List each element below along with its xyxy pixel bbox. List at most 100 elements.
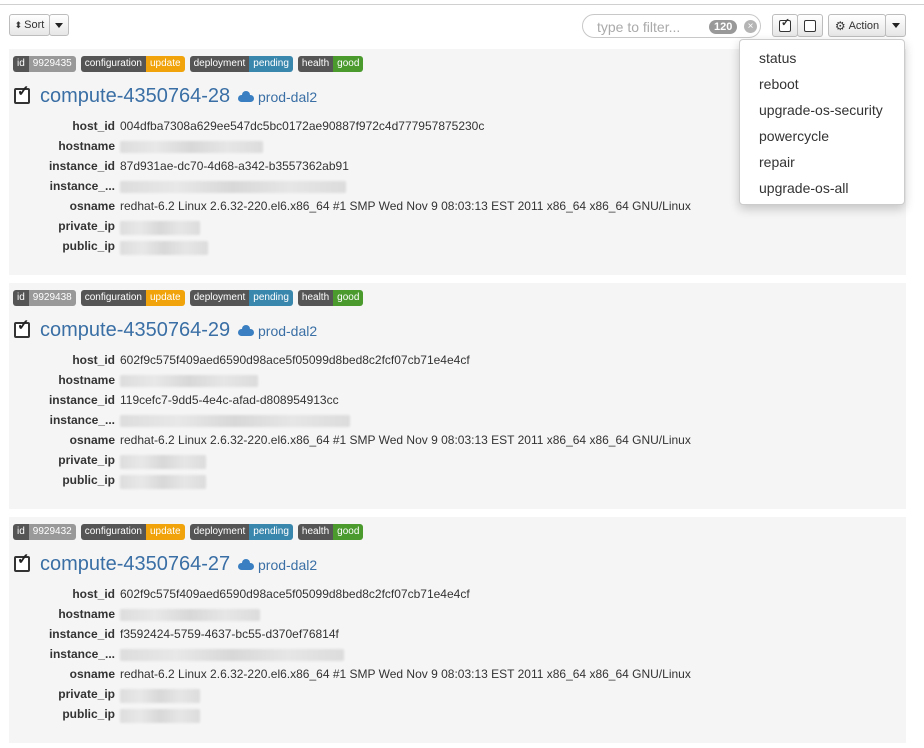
tag-list: id 9929435 configuration update deployment… xyxy=(13,56,364,72)
menu-item-status[interactable]: status xyxy=(759,50,796,66)
deployment-tag: deployment pending xyxy=(189,56,293,72)
host-id-label: host_id xyxy=(72,587,115,601)
host-card: id 9929432 configuration update deployment… xyxy=(9,517,906,743)
private-ip-label: private_ip xyxy=(58,687,115,701)
host-id-value: 004dfba7308a629ee547dc5bc0172ae90887f972… xyxy=(120,119,485,133)
instance-name-redacted xyxy=(120,181,346,193)
public-ip-row: public_ip xyxy=(9,473,899,493)
configuration-tag: configuration update xyxy=(80,290,185,306)
check-all-button[interactable]: ✓ xyxy=(772,14,798,37)
instance-id-row: instance_id f3592424-5759-4637-bc55-d370e… xyxy=(9,627,899,647)
action-label: Action xyxy=(848,19,880,32)
private-ip-row: private_ip xyxy=(9,453,899,473)
action-menu: status reboot upgrade-os-security powercycl… xyxy=(739,39,905,205)
host-id-row: host_id 602f9c575f409aed6590d98ace5f05099… xyxy=(9,353,899,373)
tag-list: id 9929432 configuration update deployment… xyxy=(13,524,364,540)
osname-label: osname xyxy=(69,199,115,213)
public-ip-row: public_ip xyxy=(9,707,899,727)
host-id-label: host_id xyxy=(72,119,115,133)
osname-label: osname xyxy=(69,433,115,447)
osname-row: osname redhat-6.2 Linux 2.6.32-220.el6.x8… xyxy=(9,667,899,687)
public-ip-row: public_ip xyxy=(9,239,899,259)
hostname-redacted xyxy=(120,375,258,387)
region-link[interactable]: prod-dal2 xyxy=(258,323,317,339)
private-ip-redacted xyxy=(120,221,200,235)
menu-item-upgrade-os-all[interactable]: upgrade-os-all xyxy=(759,180,849,196)
sort-arrows-icon: ⬍ xyxy=(14,19,23,30)
cloud-icon xyxy=(238,91,254,102)
osname-row: osname redhat-6.2 Linux 2.6.32-220.el6.x8… xyxy=(9,433,899,453)
id-tag: id 9929438 xyxy=(13,290,76,306)
configuration-tag: configuration update xyxy=(80,524,185,540)
private-ip-label: private_ip xyxy=(58,453,115,467)
gear-icon: ⚙ xyxy=(834,18,846,33)
region-link[interactable]: prod-dal2 xyxy=(258,89,317,105)
sort-button[interactable]: ⬍ Sort xyxy=(9,14,50,36)
action-button[interactable]: ⚙ Action xyxy=(828,14,886,37)
instance-name-redacted xyxy=(120,415,350,427)
instance-id-label: instance_id xyxy=(48,627,115,641)
hostname-label: hostname xyxy=(58,373,115,387)
action-dropdown-toggle[interactable] xyxy=(885,14,906,37)
instance-id-value: f3592424-5759-4637-bc55-d370ef76814f xyxy=(120,627,339,641)
health-tag: health good xyxy=(297,56,364,72)
hostname-redacted xyxy=(120,141,263,153)
instance-name-label: instance_... xyxy=(49,413,115,427)
region-link[interactable]: prod-dal2 xyxy=(258,557,317,573)
deployment-tag: deployment pending xyxy=(189,524,293,540)
instance-id-value: 87d931ae-dc70-4d68-a342-b3557362ab91 xyxy=(120,159,349,173)
instance-name-row: instance_... xyxy=(9,413,899,433)
instance-id-label: instance_id xyxy=(48,393,115,407)
public-ip-redacted xyxy=(120,475,206,489)
id-tag: id 9929432 xyxy=(13,524,76,540)
deployment-tag: deployment pending xyxy=(189,290,293,306)
cloud-icon xyxy=(238,325,254,336)
host-name-link[interactable]: compute-4350764-27 xyxy=(40,553,230,576)
tag-list: id 9929438 configuration update deployment… xyxy=(13,290,364,306)
public-ip-label: public_ip xyxy=(62,707,115,721)
id-tag: id 9929435 xyxy=(13,56,76,72)
instance-id-label: instance_id xyxy=(48,159,115,173)
host-id-row: host_id 602f9c575f409aed6590d98ace5f05099… xyxy=(9,587,899,607)
public-ip-redacted xyxy=(120,709,200,723)
hostname-row: hostname xyxy=(9,373,899,393)
cloud-icon xyxy=(238,559,254,570)
instance-name-row: instance_... xyxy=(9,647,899,667)
select-checkbox[interactable]: ✓ xyxy=(14,552,30,572)
public-ip-label: public_ip xyxy=(62,239,115,253)
clear-filter-icon[interactable]: × xyxy=(744,20,757,33)
osname-value: redhat-6.2 Linux 2.6.32-220.el6.x86_64 #… xyxy=(120,433,691,447)
select-checkbox[interactable]: ✓ xyxy=(14,318,30,338)
select-checkbox[interactable]: ✓ xyxy=(14,84,30,104)
private-ip-label: private_ip xyxy=(58,219,115,233)
filter-count-badge: 120 xyxy=(709,20,738,34)
private-ip-redacted xyxy=(120,689,200,703)
hostname-row: hostname xyxy=(9,607,899,627)
hostname-redacted xyxy=(120,609,260,621)
caret-down-icon xyxy=(55,22,63,28)
osname-value: redhat-6.2 Linux 2.6.32-220.el6.x86_64 #… xyxy=(120,199,691,213)
top-border xyxy=(0,4,924,5)
sort-label: Sort xyxy=(24,19,45,31)
filter-input[interactable] xyxy=(595,18,709,36)
uncheck-all-button[interactable] xyxy=(797,14,823,37)
osname-value: redhat-6.2 Linux 2.6.32-220.el6.x86_64 #… xyxy=(120,667,691,681)
host-name-link[interactable]: compute-4350764-28 xyxy=(40,85,230,108)
health-tag: health good xyxy=(297,524,364,540)
host-id-value: 602f9c575f409aed6590d98ace5f05099d8bed8c… xyxy=(120,353,470,367)
instance-id-value: 119cefc7-9dd5-4e4c-afad-d808954913cc xyxy=(120,393,339,407)
menu-item-upgrade-os-security[interactable]: upgrade-os-security xyxy=(759,102,883,118)
public-ip-label: public_ip xyxy=(62,473,115,487)
sort-dropdown-toggle[interactable] xyxy=(49,14,69,36)
check-icon: ✓ xyxy=(17,551,30,568)
caret-down-icon xyxy=(891,23,900,28)
menu-item-reboot[interactable]: reboot xyxy=(759,76,799,92)
checked-box-icon: ✓ xyxy=(779,17,791,32)
menu-item-repair[interactable]: repair xyxy=(759,154,795,170)
host-id-value: 602f9c575f409aed6590d98ace5f05099d8bed8c… xyxy=(120,587,470,601)
host-id-label: host_id xyxy=(72,353,115,367)
private-ip-row: private_ip xyxy=(9,219,899,239)
menu-item-powercycle[interactable]: powercycle xyxy=(759,128,829,144)
private-ip-redacted xyxy=(120,455,206,469)
host-name-link[interactable]: compute-4350764-29 xyxy=(40,319,230,342)
